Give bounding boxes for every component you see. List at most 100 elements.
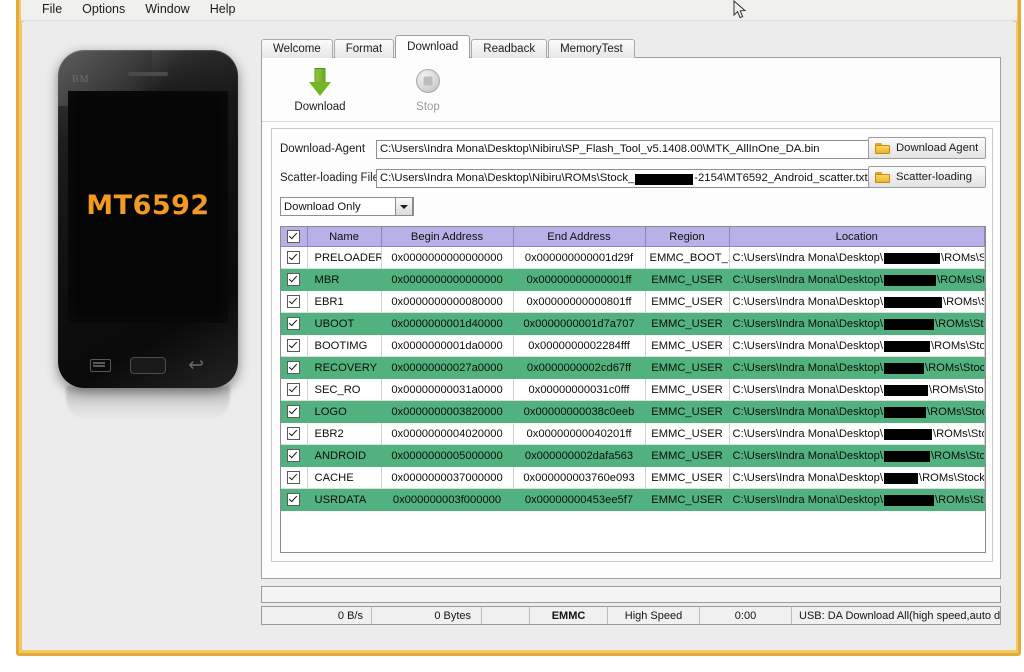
download-mode-dropdown-button[interactable] xyxy=(395,197,413,216)
row-checkbox[interactable] xyxy=(287,339,300,352)
cell-end-address: 0x0000000002284fff xyxy=(513,335,645,357)
phone-watermark: BM xyxy=(72,74,90,85)
cell-partition-name: USRDATA xyxy=(307,489,381,511)
cell-region: EMMC_USER xyxy=(645,291,729,313)
scatter-loading-browse-button[interactable]: Scatter-loading xyxy=(868,166,986,188)
cell-partition-name: LOGO xyxy=(307,401,381,423)
row-checkbox[interactable] xyxy=(287,493,300,506)
header-end-address[interactable]: End Address xyxy=(513,227,645,247)
table-row[interactable]: CACHE0x00000000370000000x000000003760e09… xyxy=(281,467,985,489)
menu-item-options[interactable]: Options xyxy=(72,0,135,19)
header-begin-address[interactable]: Begin Address xyxy=(381,227,513,247)
table-row[interactable]: LOGO0x00000000038200000x00000000038c0eeb… xyxy=(281,401,985,423)
partition-grid[interactable]: Name Begin Address End Address Region Lo… xyxy=(280,226,986,553)
row-select-cell[interactable] xyxy=(281,489,307,511)
row-select-cell[interactable] xyxy=(281,401,307,423)
status-speed: 0 B/s xyxy=(262,607,372,624)
menu-bar: File Options Window Help xyxy=(21,0,1017,21)
cell-location: C:\Users\Indra Mona\Desktop\ \ROMs\Stock_… xyxy=(729,291,985,313)
row-select-cell[interactable] xyxy=(281,269,307,291)
location-prefix: C:\Users\Indra Mona\Desktop\ xyxy=(733,362,883,374)
row-select-cell[interactable] xyxy=(281,467,307,489)
row-checkbox[interactable] xyxy=(287,471,300,484)
table-row[interactable]: MBR0x00000000000000000x00000000000001ffE… xyxy=(281,269,985,291)
row-select-cell[interactable] xyxy=(281,247,307,269)
table-row[interactable]: UBOOT0x0000000001d400000x0000000001d7a70… xyxy=(281,313,985,335)
table-row[interactable]: EBR10x00000000000800000x00000000000801ff… xyxy=(281,291,985,313)
header-location[interactable]: Location xyxy=(729,227,985,247)
location-suffix: \ROMs\Stock_Nibir... xyxy=(929,384,985,396)
green-down-arrow-icon xyxy=(272,66,368,98)
cell-region: EMMC_USER xyxy=(645,313,729,335)
scatter-file-input[interactable]: C:\Users\Indra Mona\Desktop\Nibiru\ROMs\… xyxy=(376,169,916,188)
row-checkbox[interactable] xyxy=(287,449,300,462)
header-select-all[interactable] xyxy=(281,227,307,247)
cell-location: C:\Users\Indra Mona\Desktop\\ROMs\Stock_… xyxy=(729,445,985,467)
row-select-cell[interactable] xyxy=(281,291,307,313)
tab-strip: Welcome Format Download Readback MemoryT… xyxy=(261,36,636,58)
location-prefix: C:\Users\Indra Mona\Desktop\ xyxy=(733,450,883,462)
row-checkbox[interactable] xyxy=(287,317,300,330)
download-button-label: Download xyxy=(272,101,368,113)
chevron-down-icon xyxy=(400,205,408,209)
menu-item-file[interactable]: File xyxy=(32,0,72,19)
location-prefix: C:\Users\Indra Mona\Desktop\ xyxy=(733,384,883,396)
table-row[interactable]: PRELOADER0x00000000000000000x00000000000… xyxy=(281,247,985,269)
phone-reflection xyxy=(66,386,230,420)
row-checkbox[interactable] xyxy=(287,405,300,418)
table-row[interactable]: SEC_RO0x00000000031a00000x00000000031c0f… xyxy=(281,379,985,401)
menu-item-window[interactable]: Window xyxy=(135,0,199,19)
download-agent-browse-button[interactable]: Download Agent xyxy=(868,137,986,159)
row-checkbox[interactable] xyxy=(287,251,300,264)
row-checkbox[interactable] xyxy=(287,383,300,396)
row-select-cell[interactable] xyxy=(281,335,307,357)
cell-begin-address: 0x0000000000000000 xyxy=(381,247,513,269)
row-checkbox[interactable] xyxy=(287,427,300,440)
table-row[interactable]: BOOTIMG0x0000000001da00000x0000000002284… xyxy=(281,335,985,357)
stop-button[interactable]: Stop xyxy=(380,66,476,113)
cell-region: EMMC_USER xyxy=(645,467,729,489)
cell-region: EMMC_USER xyxy=(645,489,729,511)
download-mode-select[interactable]: Download Only xyxy=(280,197,414,216)
table-row[interactable]: EBR20x00000000040200000x00000000040201ff… xyxy=(281,423,985,445)
row-checkbox[interactable] xyxy=(287,361,300,374)
location-prefix: C:\Users\Indra Mona\Desktop\ xyxy=(733,296,883,308)
row-select-cell[interactable] xyxy=(281,379,307,401)
table-row[interactable]: USRDATA0x000000003f0000000x00000000453ee… xyxy=(281,489,985,511)
row-select-cell[interactable] xyxy=(281,313,307,335)
cell-end-address: 0x0000000002cd67ff xyxy=(513,357,645,379)
cell-partition-name: EBR1 xyxy=(307,291,381,313)
download-agent-input[interactable]: C:\Users\Indra Mona\Desktop\Nibiru\SP_Fl… xyxy=(376,140,916,159)
cell-region: EMMC_USER xyxy=(645,423,729,445)
row-checkbox[interactable] xyxy=(287,295,300,308)
row-select-cell[interactable] xyxy=(281,357,307,379)
row-checkbox[interactable] xyxy=(287,273,300,286)
cell-end-address: 0x00000000031c0fff xyxy=(513,379,645,401)
tab-format[interactable]: Format xyxy=(334,39,394,58)
location-suffix: \ROMs\Stock_Nibir... xyxy=(943,296,985,308)
header-name[interactable]: Name xyxy=(307,227,381,247)
status-elapsed-time: 0:00 xyxy=(700,607,792,624)
cell-location: C:\Users\Indra Mona\Desktop\ \ROMs\Stock_… xyxy=(729,247,985,269)
header-region[interactable]: Region xyxy=(645,227,729,247)
table-row[interactable]: ANDROID0x00000000050000000x000000002dafa… xyxy=(281,445,985,467)
cell-location: C:\Users\Indra Mona\Desktop\\ROMs\Stock_… xyxy=(729,489,985,511)
cell-location: C:\Users\Indra Mona\Desktop\\ROMs\Stock_… xyxy=(729,401,985,423)
tab-readback[interactable]: Readback xyxy=(471,39,547,58)
table-row[interactable]: RECOVERY0x00000000027a00000x0000000002cd… xyxy=(281,357,985,379)
menu-item-help[interactable]: Help xyxy=(200,0,246,19)
select-all-checkbox[interactable] xyxy=(287,230,300,243)
row-select-cell[interactable] xyxy=(281,445,307,467)
tab-memorytest[interactable]: MemoryTest xyxy=(548,39,635,58)
location-prefix: C:\Users\Indra Mona\Desktop\ xyxy=(733,252,883,264)
table-header-row: Name Begin Address End Address Region Lo… xyxy=(281,227,985,247)
client-area: BM MT6592 ↩ Welcome Format Download Read… xyxy=(22,22,1016,650)
main-panel: Welcome Format Download Readback MemoryT… xyxy=(240,36,1002,638)
download-button[interactable]: Download xyxy=(272,66,368,113)
row-select-cell[interactable] xyxy=(281,423,307,445)
tab-welcome[interactable]: Welcome xyxy=(261,39,333,58)
tab-download[interactable]: Download xyxy=(395,35,470,58)
redacted-text-bar xyxy=(884,341,930,352)
location-suffix: \ROMs\Stock_Nibir... xyxy=(933,428,985,440)
location-suffix: \ROMs\Stock_Nibir... xyxy=(941,252,985,264)
